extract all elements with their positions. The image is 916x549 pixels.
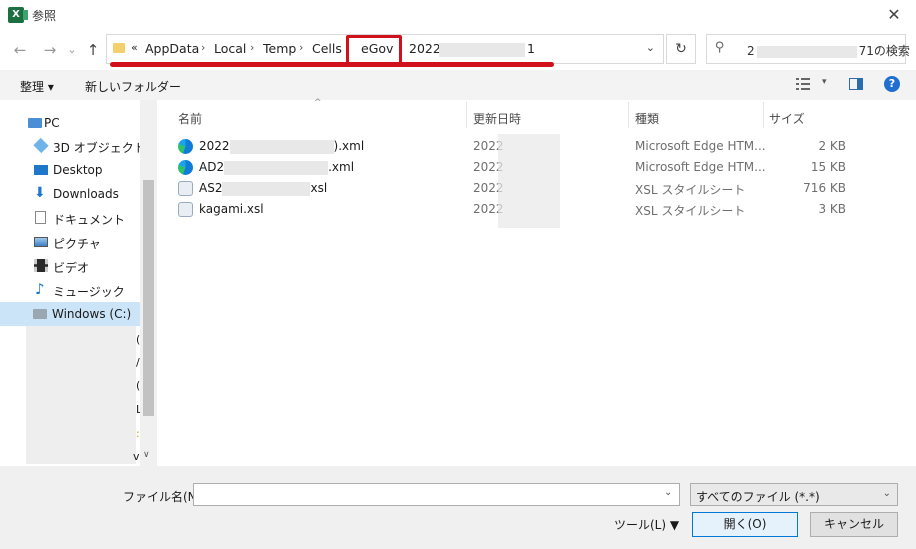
redacted-text (439, 43, 525, 57)
file-size: 3 KB (818, 202, 846, 216)
close-button[interactable]: ✕ (882, 4, 906, 26)
file-name: 2022).xml (199, 139, 365, 154)
edge-icon (178, 139, 193, 154)
videos-icon (34, 259, 48, 272)
desktop-icon (34, 165, 48, 175)
column-divider[interactable] (628, 102, 629, 128)
column-header-size[interactable]: サイズ (769, 110, 805, 127)
refresh-button[interactable]: ↻ (666, 34, 696, 64)
recent-locations-button[interactable]: ⌄ (62, 40, 82, 60)
preview-pane-icon[interactable] (849, 78, 863, 90)
crumb-local[interactable]: Local (214, 41, 246, 56)
music-icon: ♪ (35, 280, 45, 298)
help-icon[interactable]: ? (884, 76, 900, 92)
xsl-file-icon (178, 202, 193, 217)
column-divider[interactable] (763, 102, 764, 128)
column-header-date[interactable]: 更新日時 (473, 110, 521, 127)
file-type-filter[interactable]: すべてのファイル (*.*) ⌄ (690, 483, 898, 506)
excel-app-icon: X (8, 7, 28, 23)
crumb-cells[interactable]: Cells (312, 41, 342, 56)
sidebar-item-3d-objects[interactable]: 3D オブジェクト (0, 134, 146, 158)
column-divider[interactable] (466, 102, 467, 128)
chevron-down-icon: ⌄ (882, 488, 891, 499)
file-size: 15 KB (810, 160, 846, 174)
crumb-appdata[interactable]: AppData (145, 41, 199, 56)
crumb-separator[interactable]: › (201, 41, 205, 54)
filename-input[interactable] (193, 483, 680, 506)
address-overflow[interactable]: « (131, 41, 138, 54)
crumb-temp[interactable]: Temp (263, 41, 296, 56)
window-title: 参照 (32, 9, 57, 23)
file-size: 716 KB (803, 181, 846, 195)
sidebar-item-pictures[interactable]: ピクチャ (0, 230, 140, 254)
new-folder-button[interactable]: 新しいフォルダー (85, 78, 181, 95)
sidebar-scrollbar-thumb[interactable] (143, 180, 154, 416)
navigation-pane: PC 3D オブジェクト Desktop ⬇ Downloads ドキュメント … (0, 100, 157, 466)
search-icon: ⚲ (715, 40, 725, 55)
file-name: AD2 .xml (199, 160, 355, 175)
title-bar: X 参照 ✕ (0, 0, 916, 30)
tools-button[interactable]: ツール(L) ▼ (614, 516, 679, 533)
search-input[interactable]: ⚲ 2 71の検索 (706, 34, 910, 64)
xsl-file-icon (178, 181, 193, 196)
folder-icon (113, 43, 125, 53)
redacted-dates (498, 134, 560, 228)
sidebar-item-music[interactable]: ♪ ミュージック (0, 278, 140, 302)
downloads-icon: ⬇ (34, 185, 46, 201)
highlight-box (346, 35, 402, 65)
file-type: Microsoft Edge HTM... (635, 139, 766, 153)
column-header-name[interactable]: 名前 (178, 110, 202, 127)
file-name: kagami.xsl (199, 202, 264, 216)
open-button[interactable]: 開く(O) (692, 512, 798, 537)
highlight-underline (110, 62, 554, 67)
forward-button[interactable]: → (40, 40, 60, 60)
sidebar-item-windows-c[interactable]: Windows (C:) (0, 302, 140, 326)
file-name: AS2 xsl (199, 181, 328, 196)
sidebar-item-label: 3D オブジェクト (53, 141, 146, 155)
crumb-2022-folder[interactable]: 2022 (409, 41, 441, 56)
file-type: XSL スタイルシート (635, 183, 746, 197)
crumb-separator[interactable]: › (299, 41, 303, 54)
filter-value: すべてのファイル (*.*) (696, 490, 820, 504)
view-options-icon[interactable] (796, 77, 810, 91)
3d-objects-icon (33, 137, 49, 154)
file-type: Microsoft Edge HTM... (635, 160, 766, 174)
sort-indicator: ^ (314, 98, 322, 108)
edge-icon (178, 160, 193, 175)
sidebar-item-videos[interactable]: ビデオ (0, 254, 140, 278)
back-button[interactable]: ← (10, 40, 30, 60)
crumb-separator[interactable]: › (250, 41, 254, 54)
sidebar-item-downloads[interactable]: ⬇ Downloads (0, 182, 140, 206)
sidebar-item-label: ミュージック (53, 285, 125, 299)
column-header-type[interactable]: 種類 (635, 110, 659, 127)
sidebar-item-label: ピクチャ (53, 237, 101, 251)
sidebar-item-pc[interactable]: PC (0, 111, 140, 135)
chevron-down-icon[interactable]: ⌄ (646, 41, 655, 54)
documents-icon (35, 211, 46, 224)
file-size: 2 KB (818, 139, 846, 153)
file-type: XSL スタイルシート (635, 204, 746, 218)
sidebar-item-label: ビデオ (53, 261, 90, 275)
sidebar-item-label: Windows (C:) (52, 307, 132, 321)
sidebar-item-desktop[interactable]: Desktop (0, 158, 140, 182)
search-placeholder: 2 71の検索 (747, 44, 910, 58)
sidebar-item-label: Downloads (53, 187, 119, 201)
chevron-down-icon[interactable]: ⌄ (664, 487, 672, 498)
pc-icon (28, 118, 42, 128)
pictures-icon (34, 237, 48, 247)
sidebar-item-label: ドキュメント (53, 213, 126, 227)
crumb-2022-folder-end[interactable]: 1 (527, 41, 535, 56)
sidebar-item-label: PC (44, 116, 60, 130)
sidebar-item-documents[interactable]: ドキュメント (0, 206, 140, 230)
sidebar-item-label: Desktop (53, 163, 103, 177)
redacted-sidebar-items (26, 326, 136, 464)
command-toolbar: 整理 ▾ 新しいフォルダー ▾ ? (0, 70, 916, 100)
scroll-down-arrow[interactable]: ∨ (143, 450, 150, 460)
view-dropdown[interactable]: ▾ (822, 77, 827, 87)
up-button[interactable]: ↑ (83, 40, 103, 60)
drive-icon (33, 309, 47, 319)
cancel-button[interactable]: キャンセル (810, 512, 898, 537)
organize-button[interactable]: 整理 ▾ (20, 78, 54, 95)
